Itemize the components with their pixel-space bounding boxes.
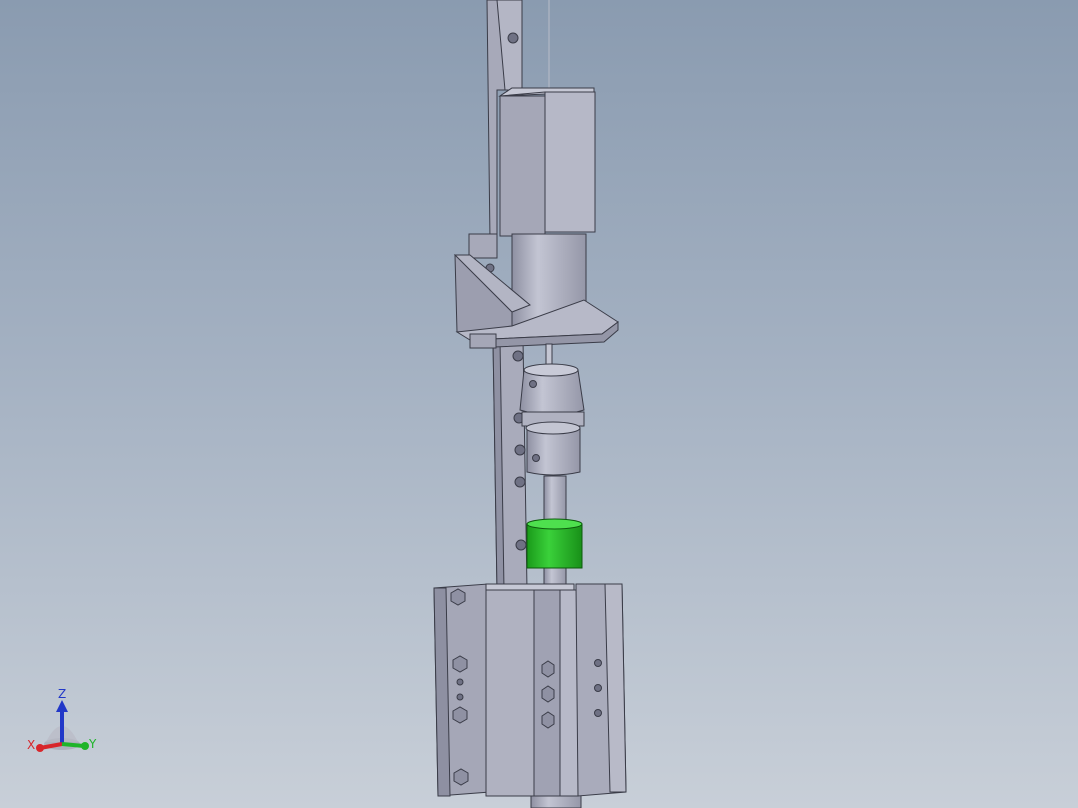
hex-bolt [450, 588, 466, 606]
x-arrow-icon [36, 744, 44, 752]
plate-hole [456, 693, 464, 701]
plate-hole [594, 684, 602, 692]
rail-hole [514, 444, 526, 456]
plate-hole [594, 709, 602, 717]
lead-screw[interactable] [543, 475, 567, 527]
hex-bolt [453, 768, 469, 786]
rail-hole [515, 539, 527, 551]
hex-bolt [541, 685, 555, 703]
hex-bolt [452, 655, 468, 673]
stepper-motor[interactable] [498, 87, 596, 327]
lead-screw-nut[interactable] [526, 518, 583, 569]
rail-hole [507, 32, 519, 44]
plate-hole [594, 659, 602, 667]
rail-hole [514, 476, 526, 488]
motor-shaft [545, 343, 553, 367]
y-axis [61, 742, 85, 748]
linear-slide-block[interactable] [433, 583, 627, 797]
rail-hole [512, 350, 524, 362]
flexible-coupling[interactable] [519, 363, 585, 476]
y-arrow-icon [81, 742, 89, 750]
3d-model-scene[interactable] [0, 0, 1078, 808]
y-axis-label: Y [88, 737, 97, 751]
hex-bolt [541, 711, 555, 729]
lead-screw[interactable] [543, 565, 567, 587]
graphics-viewport[interactable]: Z X Y [0, 0, 1078, 808]
z-arrow-icon [56, 700, 68, 712]
reference-triad[interactable]: Z X Y [22, 682, 112, 762]
plate-hole [456, 678, 464, 686]
z-axis-label: Z [58, 687, 66, 701]
hex-bolt [452, 706, 468, 724]
hex-bolt [541, 660, 555, 678]
x-axis-label: X [27, 738, 35, 752]
